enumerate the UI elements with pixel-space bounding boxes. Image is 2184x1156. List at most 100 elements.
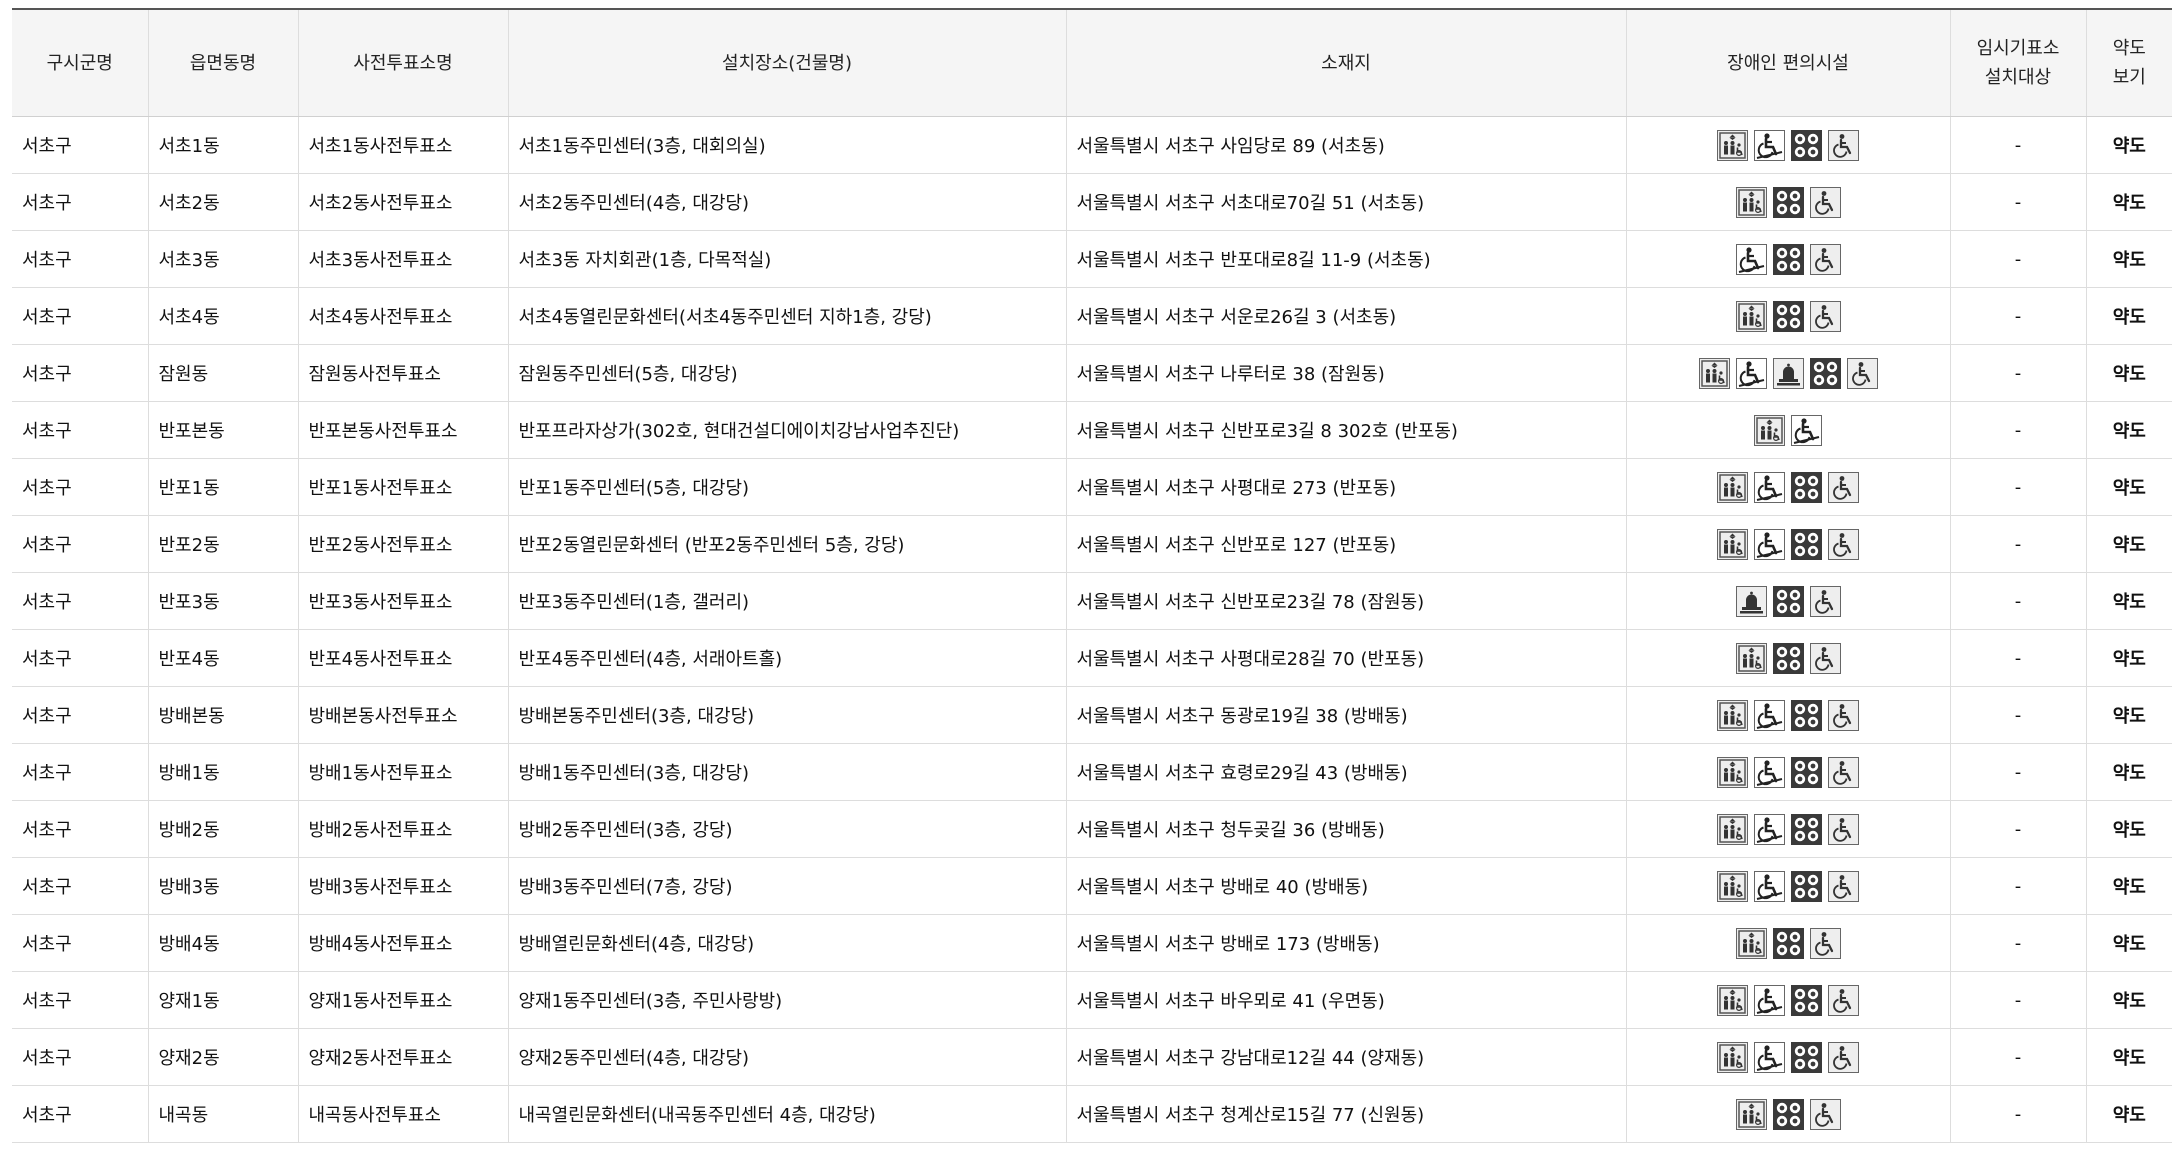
cell-location: 양재1동주민센터(3층, 주민사랑방) [508,971,1067,1029]
map-link[interactable]: 약도 [2086,458,2172,516]
facility-icons [1735,243,1841,275]
cell-temp-booth: - [1950,914,2087,972]
wheelchair-ramp-icon [1754,870,1785,902]
table-row: 서초구 방배3동 방배3동사전투표소 방배3동주민센터(7층, 강당) 서울특별시 서초… [12,857,2172,915]
map-link[interactable]: 약도 [2086,401,2172,459]
cell-facilities [1626,857,1951,915]
table-row: 서초구 내곡동 내곡동사전투표소 내곡열린문화센터(내곡동주민센터 4층, 대강당) 서… [12,1085,2172,1143]
cell-sigungu: 서초구 [12,173,149,231]
accessible-parking-icon [1791,471,1822,503]
cell-eupmyeondong: 반포2동 [148,515,299,573]
cell-temp-booth: - [1950,116,2087,174]
cell-temp-booth: - [1950,1028,2087,1086]
cell-address: 서울특별시 서초구 반포대로8길 11-9 (서초동) [1066,230,1627,288]
map-link[interactable]: 약도 [2086,1028,2172,1086]
cell-temp-booth: - [1950,1085,2087,1143]
elevator-icon [1717,471,1748,503]
cell-sigungu: 서초구 [12,857,149,915]
map-link[interactable]: 약도 [2086,800,2172,858]
cell-eupmyeondong: 서초2동 [148,173,299,231]
table-row: 서초구 반포2동 반포2동사전투표소 반포2동열린문화센터 (반포2동주민센터 5층,… [12,515,2172,573]
map-link[interactable]: 약도 [2086,230,2172,288]
accessible-parking-icon [1791,756,1822,788]
header-location: 설치장소(건물명) [508,9,1067,117]
accessible-parking-icon [1772,300,1804,332]
table-row: 서초구 반포1동 반포1동사전투표소 반포1동주민센터(5층, 대강당) 서울특별시 서… [12,458,2172,516]
wheelchair-icon [1828,756,1859,788]
accessible-parking-icon [1791,870,1822,902]
cell-temp-booth: - [1950,344,2087,402]
map-link[interactable]: 약도 [2086,629,2172,687]
cell-location: 반포3동주민센터(1층, 갤러리) [508,572,1067,630]
facility-icons [1735,1098,1841,1130]
map-link[interactable]: 약도 [2086,914,2172,972]
cell-eupmyeondong: 서초1동 [148,116,299,174]
header-map-line1: 약도 [2112,38,2146,59]
cell-address: 서울특별시 서초구 강남대로12길 44 (양재동) [1066,1028,1627,1086]
cell-location: 양재2동주민센터(4층, 대강당) [508,1028,1067,1086]
cell-temp-booth: - [1950,287,2087,345]
facility-icons [1717,984,1859,1016]
cell-station: 양재2동사전투표소 [298,1028,509,1086]
map-link[interactable]: 약도 [2086,686,2172,744]
cell-address: 서울특별시 서초구 청계산로15길 77 (신원동) [1066,1085,1627,1143]
facility-icons [1717,870,1859,902]
cell-address: 서울특별시 서초구 서운로26길 3 (서초동) [1066,287,1627,345]
early-voting-stations-table: 구시군명 읍면동명 사전투표소명 설치장소(건물명) 소재지 장애인 편의시설 … [12,8,2172,1143]
cell-address: 서울특별시 서초구 동광로19길 38 (방배동) [1066,686,1627,744]
map-link[interactable]: 약도 [2086,344,2172,402]
map-link[interactable]: 약도 [2086,173,2172,231]
table-row: 서초구 반포4동 반포4동사전투표소 반포4동주민센터(4층, 서래아트홀) 서울특별시… [12,629,2172,687]
table-row: 서초구 잠원동 잠원동사전투표소 잠원동주민센터(5층, 대강당) 서울특별시 서초구 … [12,344,2172,402]
cell-temp-booth: - [1950,515,2087,573]
cell-sigungu: 서초구 [12,971,149,1029]
map-link[interactable]: 약도 [2086,857,2172,915]
accessible-parking-icon [1791,813,1822,845]
map-link[interactable]: 약도 [2086,515,2172,573]
facility-icons [1735,186,1841,218]
cell-temp-booth: - [1950,173,2087,231]
map-link[interactable]: 약도 [2086,971,2172,1029]
accessible-parking-icon [1772,1098,1804,1130]
cell-facilities [1626,971,1951,1029]
wheelchair-icon [1809,300,1841,332]
wheelchair-icon [1809,642,1841,674]
header-address: 소재지 [1066,9,1627,117]
cell-facilities [1626,743,1951,801]
cell-facilities [1626,800,1951,858]
facility-icons [1754,414,1822,446]
map-link[interactable]: 약도 [2086,116,2172,174]
table-header: 구시군명 읍면동명 사전투표소명 설치장소(건물명) 소재지 장애인 편의시설 … [12,9,2172,117]
map-link[interactable]: 약도 [2086,743,2172,801]
wheelchair-ramp-icon [1754,471,1785,503]
table-body: 서초구 서초1동 서초1동사전투표소 서초1동주민센터(3층, 대회의실) 서울특별시 … [12,116,2172,1143]
cell-facilities [1626,1028,1951,1086]
table-row: 서초구 방배2동 방배2동사전투표소 방배2동주민센터(3층, 강당) 서울특별시 서초… [12,800,2172,858]
cell-temp-booth: - [1950,629,2087,687]
cell-temp-booth: - [1950,971,2087,1029]
cell-location: 반포4동주민센터(4층, 서래아트홀) [508,629,1067,687]
cell-temp-booth: - [1950,800,2087,858]
map-link[interactable]: 약도 [2086,572,2172,630]
cell-station: 반포4동사전투표소 [298,629,509,687]
accessible-parking-icon [1791,984,1822,1016]
cell-facilities [1626,116,1951,174]
accessible-parking-icon [1809,357,1841,389]
cell-address: 서울특별시 서초구 신반포로3길 8 302호 (반포동) [1066,401,1627,459]
facility-icons [1717,129,1859,161]
map-link[interactable]: 약도 [2086,287,2172,345]
elevator-icon [1717,756,1748,788]
wheelchair-ramp-icon [1754,984,1785,1016]
cell-temp-booth: - [1950,686,2087,744]
cell-eupmyeondong: 양재1동 [148,971,299,1029]
cell-facilities [1626,629,1951,687]
table-row: 서초구 방배본동 방배본동사전투표소 방배본동주민센터(3층, 대강당) 서울특별시 서… [12,686,2172,744]
cell-station: 방배본동사전투표소 [298,686,509,744]
cell-station: 잠원동사전투표소 [298,344,509,402]
cell-address: 서울특별시 서초구 신반포로23길 78 (잠원동) [1066,572,1627,630]
table-row: 서초구 양재2동 양재2동사전투표소 양재2동주민센터(4층, 대강당) 서울특별시 서… [12,1028,2172,1086]
map-link[interactable]: 약도 [2086,1085,2172,1143]
cell-sigungu: 서초구 [12,800,149,858]
cell-eupmyeondong: 방배본동 [148,686,299,744]
cell-temp-booth: - [1950,857,2087,915]
